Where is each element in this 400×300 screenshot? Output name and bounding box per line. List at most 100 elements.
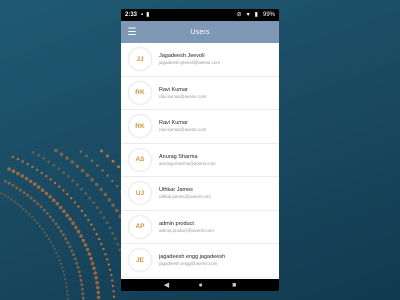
background-dot: [55, 202, 60, 206]
background-dot: [16, 157, 20, 161]
wifi-icon: ▾: [246, 12, 250, 18]
background-dot: [66, 193, 69, 196]
background-dot: [70, 197, 73, 200]
background-dot: [115, 208, 119, 213]
background-dot: [47, 160, 51, 164]
background-dot: [36, 202, 40, 206]
background-dot: [81, 292, 85, 296]
background-dot: [57, 225, 60, 229]
user-email: jagadeesh.engg@avenir.com: [159, 261, 218, 267]
background-dot: [92, 201, 96, 205]
background-dot: [97, 237, 101, 241]
user-info: Ravi Kumar ravi.kumar@avenir.com: [159, 120, 206, 132]
background-dot: [115, 185, 119, 188]
background-dot: [75, 164, 80, 169]
user-info: Ravi Kumar ravi.kumar@avenir.com: [159, 87, 206, 99]
list-item[interactable]: RK Ravi Kumar ravi.kumar@avenir.com: [121, 110, 279, 144]
list-item[interactable]: JJ Jagadeesh Jeevoli jagadeesh.jeevoli@ave…: [121, 43, 279, 77]
user-info: Anurag Sharma anurag.sharma@avenir.com: [159, 154, 216, 166]
background-dot: [66, 293, 69, 296]
background-dot: [90, 159, 94, 162]
background-dot: [16, 171, 20, 176]
background-dot: [95, 206, 99, 210]
user-email: admin.product@avenir.com: [159, 227, 214, 233]
app-bar: ☰ Users: [121, 21, 279, 43]
background-dot: [107, 197, 112, 202]
background-dot: [87, 218, 90, 222]
background-dot: [51, 218, 55, 222]
list-item[interactable]: UJ Uthkar James uthkar.james@avenir.com: [121, 177, 279, 211]
background-dot: [66, 174, 70, 178]
background-dot: [111, 179, 114, 183]
recents-square-icon[interactable]: ■: [232, 282, 236, 289]
background-dot: [51, 244, 55, 247]
background-dot: [65, 213, 69, 217]
background-dot: [45, 211, 49, 215]
background-dot: [100, 149, 104, 153]
background-dot: [35, 168, 39, 171]
background-dot: [106, 258, 109, 261]
background-dot: [112, 290, 115, 293]
no-sim-icon: ⊘: [236, 12, 242, 18]
background-dot: [0, 192, 3, 195]
background-dot: [80, 209, 84, 213]
background-dot: [29, 196, 33, 200]
background-dot: [65, 285, 68, 289]
background-dot: [22, 207, 25, 211]
background-dot: [21, 160, 24, 163]
background-dot: [44, 191, 49, 196]
background-dot: [79, 278, 83, 282]
home-circle-icon[interactable]: ●: [198, 282, 202, 289]
background-dot: [71, 179, 75, 182]
user-email: jagadeesh.jeevoli@avenir.com: [159, 60, 221, 66]
background-dot: [104, 253, 107, 256]
background-dot: [59, 262, 63, 266]
background-dot: [37, 153, 40, 157]
background-dot: [48, 215, 52, 219]
status-bar: 2:33 ▪ ▮ ⊘ ▾ ▮ 99%: [121, 9, 279, 21]
background-dot: [100, 242, 103, 246]
background-dot: [108, 268, 112, 272]
page-title: Users: [190, 28, 210, 36]
background-dot: [30, 215, 34, 219]
background-dot: [117, 165, 120, 169]
list-item[interactable]: JE jagadeesh engg jagadeesh jagadeesh.engg…: [121, 244, 279, 278]
background-dot: [45, 174, 48, 178]
background-dot: [33, 199, 36, 203]
background-dot: [84, 192, 88, 195]
background-dot: [90, 223, 93, 226]
background-dot: [85, 247, 90, 252]
background-dot: [74, 225, 78, 230]
background-dot: [19, 205, 22, 208]
background-dot: [75, 261, 79, 265]
background-dot: [33, 218, 36, 222]
background-dot: [81, 287, 84, 291]
list-item[interactable]: AP admin product admin.product@avenir.com: [121, 211, 279, 244]
background-dot: [36, 221, 39, 225]
background-dot: [64, 277, 67, 281]
background-dot: [43, 231, 46, 234]
background-dot: [76, 265, 80, 269]
background-dot: [54, 148, 58, 153]
background-dot: [95, 233, 98, 236]
background-dot: [24, 176, 29, 181]
background-dot: [94, 276, 98, 280]
list-item[interactable]: AS Anurag Sharma anurag.sharma@avenir.com: [121, 144, 279, 177]
background-dot: [54, 222, 58, 226]
list-item[interactable]: RK Ravi Kumar ravi.kumar@avenir.com: [121, 77, 279, 110]
background-dot: [79, 150, 83, 153]
background-dot: [58, 258, 61, 262]
background-dot: [77, 270, 81, 274]
background-dot: [113, 237, 117, 241]
background-dot: [96, 164, 99, 167]
background-dot: [52, 198, 56, 202]
background-dot: [76, 229, 81, 234]
user-info: admin product admin.product@avenir.com: [159, 221, 214, 233]
background-dot: [45, 234, 48, 237]
background-dot: [72, 253, 76, 257]
background-dot: [11, 155, 15, 158]
back-triangle-icon[interactable]: ◀: [164, 281, 169, 289]
background-dot: [15, 186, 19, 190]
background-dot: [53, 181, 57, 185]
background-dot: [111, 284, 115, 288]
